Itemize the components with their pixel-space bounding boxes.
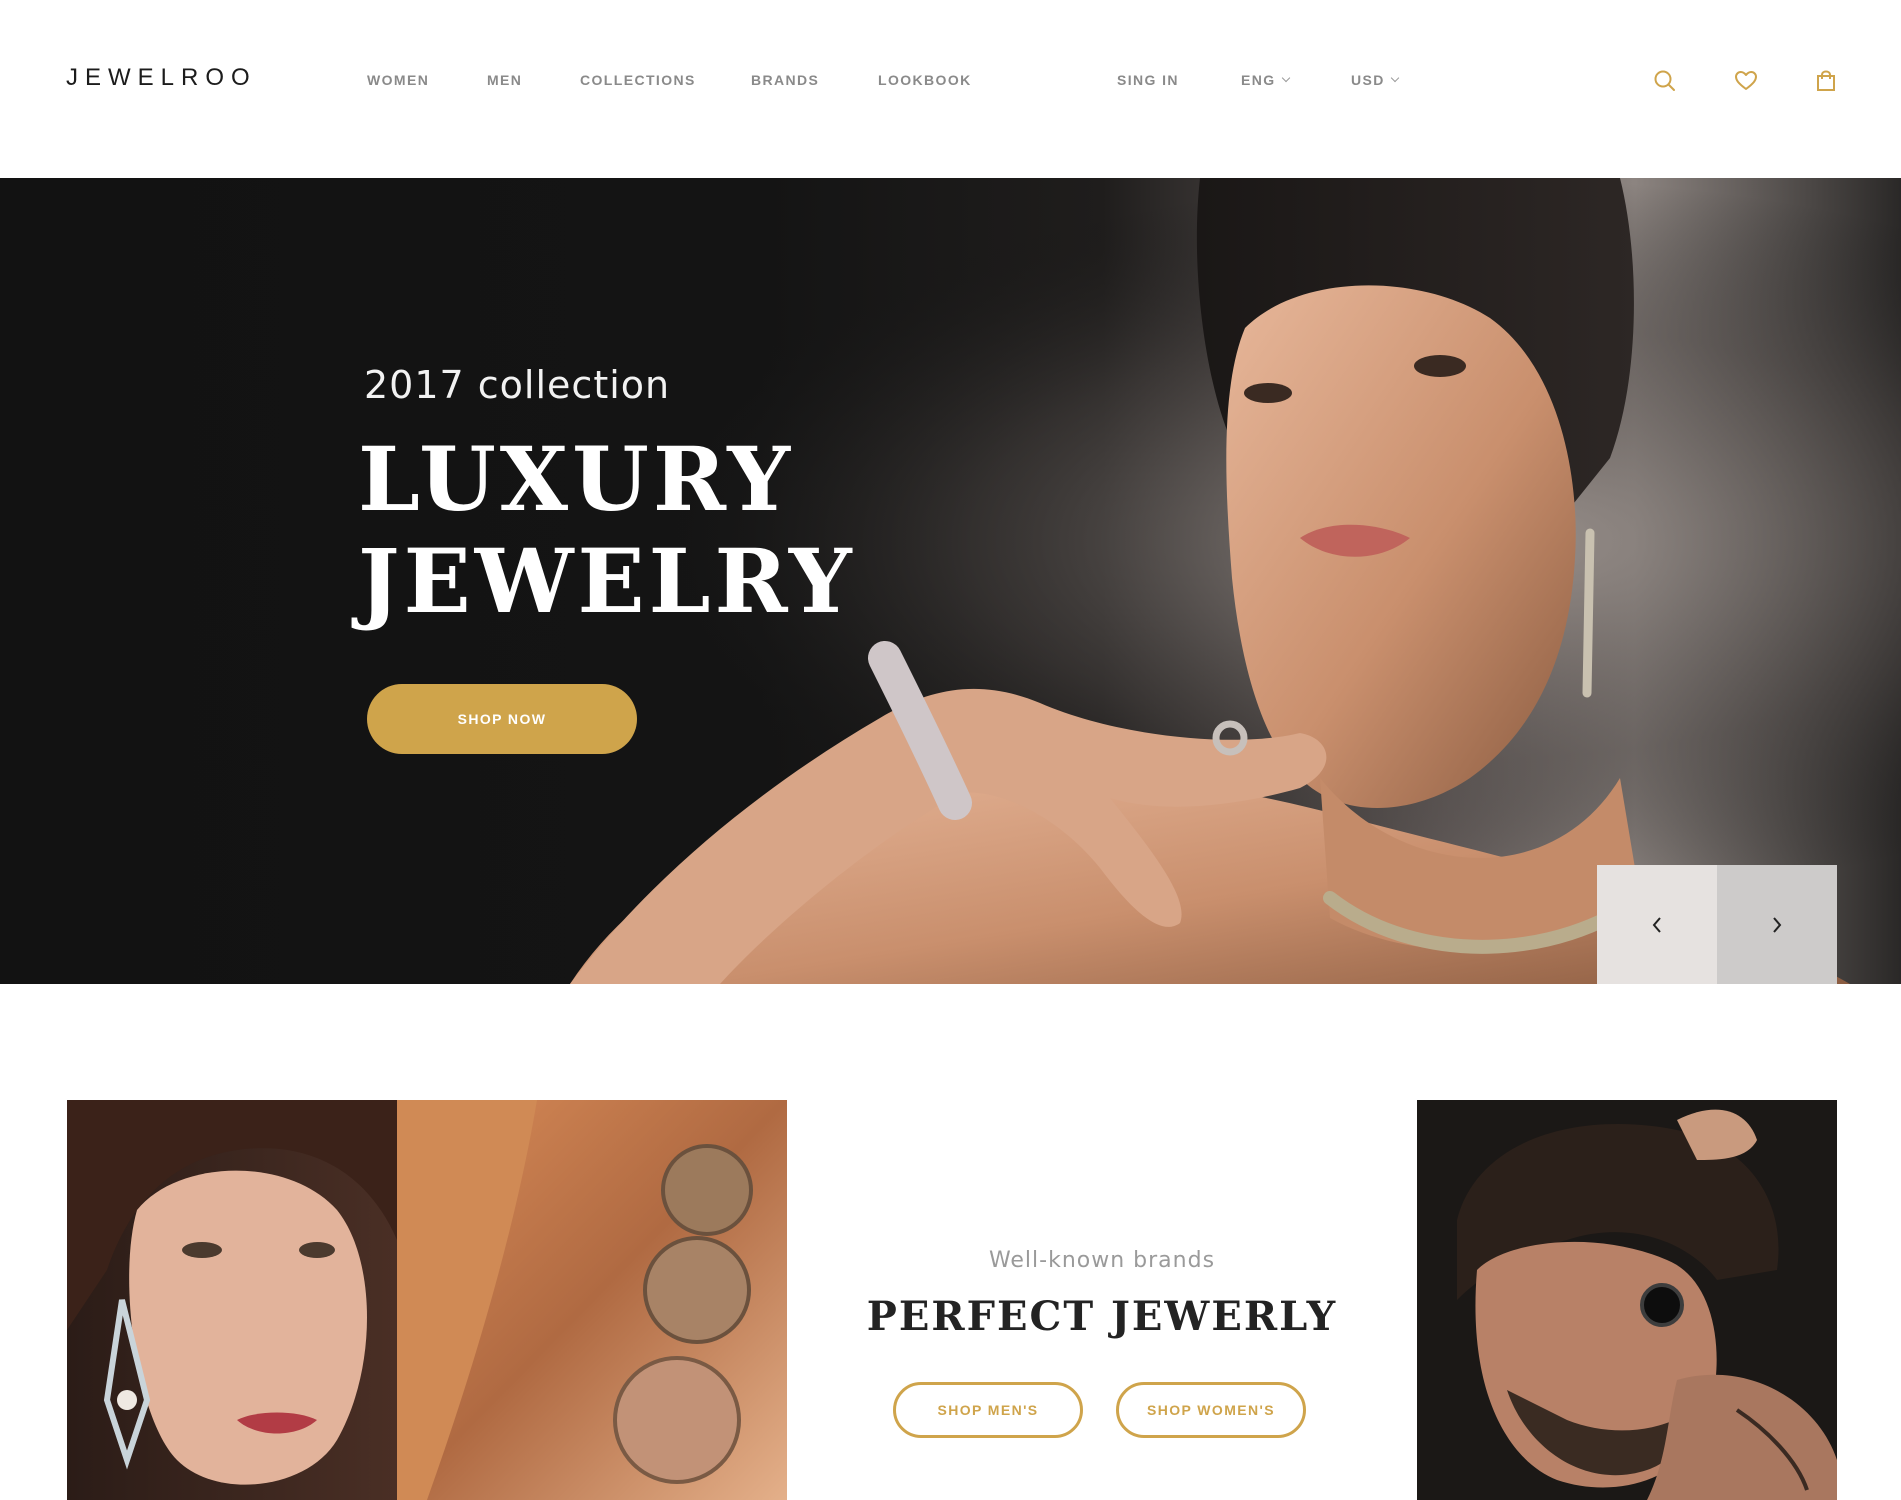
nav-item-men[interactable]: MEN <box>487 72 522 88</box>
shop-womens-button[interactable]: SHOP WOMEN'S <box>1116 1382 1306 1438</box>
promo-subtitle: Well-known brands <box>988 1248 1216 1273</box>
nav-item-collections[interactable]: COLLECTIONS <box>580 72 696 88</box>
site-logo[interactable]: JEWELROO <box>66 64 257 92</box>
chevron-left-icon <box>1652 916 1661 933</box>
chevron-down-icon <box>1390 73 1400 83</box>
site-header: JEWELROO WOMEN MEN COLLECTIONS BRANDS LO… <box>0 0 1901 178</box>
women-jewelry-photo[interactable] <box>67 1100 787 1500</box>
language-value: ENG <box>1241 72 1276 88</box>
men-jewelry-photo[interactable] <box>1417 1100 1837 1500</box>
slider-prev-button[interactable] <box>1597 865 1717 984</box>
shopping-bag-icon[interactable] <box>1813 68 1839 94</box>
brands-promo: Well-known brands PERFECT JEWERLY SHOP M… <box>787 1100 1417 1500</box>
chevron-down-icon <box>1281 73 1290 83</box>
nav-item-women[interactable]: WOMEN <box>367 72 429 88</box>
heart-icon[interactable] <box>1733 68 1759 94</box>
language-select[interactable]: ENG <box>1241 72 1290 88</box>
hero-slider: 2017 collection LUXURY JEWELRY SHOP NOW <box>0 178 1901 984</box>
shop-mens-button[interactable]: SHOP MEN'S <box>893 1382 1083 1438</box>
hero-subtitle: 2017 collection <box>364 363 671 407</box>
hero-title: LUXURY JEWELRY <box>358 428 878 632</box>
sign-in-link[interactable]: SING IN <box>1117 72 1179 88</box>
hero-title-line-2: JEWELRY <box>358 529 856 633</box>
shop-now-button[interactable]: SHOP NOW <box>367 684 637 754</box>
promo-title: PERFECT JEWERLY <box>866 1293 1338 1340</box>
search-icon[interactable] <box>1652 68 1678 94</box>
slider-next-button[interactable] <box>1717 865 1837 984</box>
nav-item-brands[interactable]: BRANDS <box>751 72 819 88</box>
men-jewelry-image <box>1417 1100 1837 1500</box>
women-jewelry-image <box>67 1100 787 1500</box>
hero-title-line-1: LUXURY <box>358 427 795 531</box>
chevron-right-icon <box>1773 916 1782 933</box>
nav-item-lookbook[interactable]: LOOKBOOK <box>878 72 972 88</box>
currency-select[interactable]: USD <box>1351 72 1400 88</box>
currency-value: USD <box>1351 72 1385 88</box>
hero-model-photo <box>0 178 1901 984</box>
